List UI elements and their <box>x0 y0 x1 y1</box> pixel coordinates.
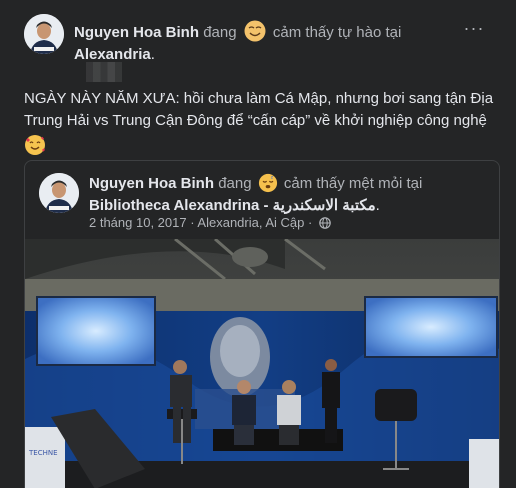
author-avatar[interactable] <box>24 14 64 54</box>
shared-location-suffix: . <box>375 197 380 214</box>
globe-icon <box>319 217 331 229</box>
shared-post-header-text: Nguyen Hoa Binh đang z cảm thấy mệt mỏi … <box>89 173 479 217</box>
pixelated-region <box>86 62 122 82</box>
feeling-verb: đang <box>203 24 237 41</box>
feed-post: Nguyen Hoa Binh đang cảm thấy tự hào tại… <box>0 0 516 488</box>
stage-photo[interactable]: TECHNE <box>25 239 499 488</box>
feeling-text: cảm thấy tự hào tại <box>272 24 402 41</box>
tired-face-icon: z <box>258 173 277 193</box>
shared-post-date-location[interactable]: 2 tháng 10, 2017 · Alexandria, Ai Cập · <box>89 215 312 230</box>
more-options-button[interactable]: ··· <box>460 18 488 38</box>
shared-feeling-verb: đang <box>218 175 252 192</box>
shared-post[interactable]: Nguyen Hoa Binh đang z cảm thấy mệt mỏi … <box>24 160 500 488</box>
post-text: NGÀY NÀY NĂM XƯA: hồi chưa làm Cá Mập, n… <box>24 90 494 129</box>
shared-location-link[interactable]: Bibliotheca Alexandrina - مكتبة الاسكندر… <box>89 197 376 214</box>
shared-feeling-text: cảm thấy mệt mỏi tại <box>283 175 423 192</box>
shared-post-meta: 2 tháng 10, 2017 · Alexandria, Ai Cập · <box>89 215 331 230</box>
post-body: NGÀY NÀY NĂM XƯA: hồi chưa làm Cá Mập, n… <box>24 88 494 158</box>
shared-author-avatar[interactable] <box>39 173 79 213</box>
location-suffix: . <box>150 46 155 63</box>
post-header-text: Nguyen Hoa Binh đang cảm thấy tự hào tại… <box>74 20 474 66</box>
author-name[interactable]: Nguyen Hoa Binh <box>74 24 199 41</box>
svg-text:TECHNE: TECHNE <box>28 449 58 457</box>
smiling-face-with-hearts-icon <box>25 135 46 155</box>
proud-face-icon <box>244 20 266 42</box>
shared-author-name[interactable]: Nguyen Hoa Binh <box>89 175 214 192</box>
location-link[interactable]: Alexandria <box>74 46 151 63</box>
